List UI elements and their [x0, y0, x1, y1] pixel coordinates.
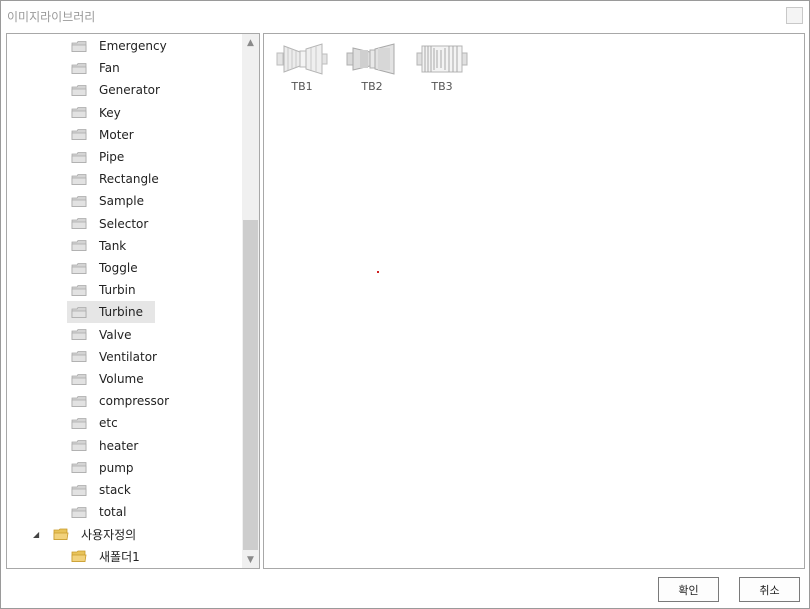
- expand-triangle-icon[interactable]: ◢: [33, 530, 43, 539]
- scroll-down-arrow-icon[interactable]: ▼: [242, 551, 259, 568]
- image-item-tb3[interactable]: TB3: [414, 42, 470, 102]
- folder-icon: [71, 106, 87, 119]
- folder-icon: [71, 439, 87, 452]
- folder-icon: [71, 550, 87, 563]
- image-item-tb2[interactable]: TB2: [344, 42, 400, 102]
- tree-item-label: stack: [99, 483, 131, 497]
- tree-item-label: total: [99, 505, 127, 520]
- folder-icon: [71, 40, 87, 53]
- tree-item[interactable]: Valve: [71, 324, 131, 346]
- folder-icon: [71, 395, 87, 408]
- folder-icon: [71, 306, 87, 319]
- tree-item-label: Sample: [99, 194, 144, 209]
- folder-icon: [71, 461, 87, 474]
- scroll-up-arrow-icon[interactable]: ▲: [242, 34, 259, 51]
- tree-item[interactable]: Ventilator: [71, 346, 157, 368]
- tree-item-label: Tank: [99, 238, 127, 253]
- folder-icon: [71, 62, 87, 75]
- folder-icon: [71, 350, 87, 363]
- folder-icon: [71, 262, 87, 275]
- tree-item[interactable]: Selector: [71, 213, 148, 235]
- tree-group-custom[interactable]: ◢ 사용자정의: [33, 523, 136, 545]
- tree-item-label: Ventilator: [99, 349, 157, 364]
- tree-item-custom[interactable]: 새폴더1: [71, 546, 140, 568]
- tree-item[interactable]: Volume: [71, 368, 144, 390]
- folder-icon: [71, 506, 87, 519]
- turbine-tb3-icon: [416, 45, 468, 73]
- tree-item-label: Volume: [99, 372, 144, 386]
- tree-group-label: 사용자정의: [81, 527, 137, 542]
- tree-item-label: Fan: [99, 61, 120, 76]
- image-library-dialog: 이미지라이브러리 Emergency Fan Generator Key Moter Pi…: [0, 0, 810, 609]
- tree-item-label: Key: [99, 105, 121, 120]
- tree-item-label: Selector: [99, 216, 149, 231]
- tree-item[interactable]: Turbin: [71, 279, 136, 301]
- ok-button[interactable]: 확인: [658, 577, 719, 602]
- tree-vertical-scrollbar[interactable]: ▲ ▼: [242, 34, 259, 568]
- tree-item-label: Rectangle: [99, 172, 159, 187]
- tree-item-label: heater: [99, 438, 139, 453]
- tree-item-label: pump: [99, 460, 134, 475]
- image-label: TB2: [361, 80, 383, 93]
- folder-tree[interactable]: Emergency Fan Generator Key Moter Pipe Rectang…: [6, 33, 260, 569]
- tree-item[interactable]: Fan: [71, 57, 120, 79]
- window-title: 이미지라이브러리: [7, 10, 96, 24]
- turbine-tb2-icon: [346, 43, 395, 75]
- tree-item[interactable]: Pipe: [71, 146, 124, 168]
- tree-item[interactable]: Sample: [71, 190, 144, 212]
- close-button[interactable]: [786, 7, 803, 24]
- stray-marker: [377, 271, 379, 273]
- tree-item[interactable]: compressor: [71, 390, 169, 412]
- tree-item[interactable]: Key: [71, 102, 121, 124]
- tree-item[interactable]: pump: [71, 457, 134, 479]
- tree-item-label: Toggle: [99, 261, 138, 275]
- tree-item-label: 새폴더1: [99, 550, 140, 565]
- image-item-tb1[interactable]: TB1: [274, 42, 330, 102]
- cancel-button[interactable]: 취소: [739, 577, 800, 602]
- tree-item-label: compressor: [99, 394, 170, 409]
- tree-item[interactable]: Rectangle: [71, 168, 159, 190]
- folder-icon: [71, 195, 87, 208]
- folder-icon: [71, 328, 87, 341]
- tree-item[interactable]: Generator: [71, 79, 160, 101]
- tree-item-label: Moter: [99, 127, 134, 142]
- turbine-tb1-icon: [276, 43, 328, 75]
- image-label: TB1: [291, 80, 313, 93]
- folder-icon: [71, 84, 87, 97]
- title-bar[interactable]: 이미지라이브러리: [1, 1, 809, 31]
- folder-icon: [71, 484, 87, 497]
- tree-item-label: Turbin: [99, 283, 136, 298]
- folder-icon: [71, 151, 87, 164]
- tree-item[interactable]: heater: [71, 435, 138, 457]
- tree-item-label: Pipe: [99, 150, 125, 164]
- scroll-thumb[interactable]: [243, 220, 258, 550]
- open-folder-icon: [53, 528, 69, 541]
- folder-icon: [71, 284, 87, 297]
- image-label: TB3: [431, 80, 453, 93]
- tree-item[interactable]: total: [71, 501, 126, 523]
- folder-icon: [71, 217, 87, 230]
- folder-icon: [71, 173, 87, 186]
- tree-item-label: Generator: [99, 83, 160, 98]
- tree-item[interactable]: stack: [71, 479, 131, 501]
- folder-icon: [71, 128, 87, 141]
- folder-icon: [71, 373, 87, 386]
- tree-item-label: etc: [99, 416, 118, 431]
- tree-item[interactable]: Tank: [71, 235, 126, 257]
- tree-item-label: Emergency: [99, 39, 167, 53]
- tree-item[interactable]: Toggle: [71, 257, 138, 279]
- tree-item[interactable]: Emergency: [71, 35, 167, 57]
- image-preview-panel: TB1 TB2 TB3: [263, 33, 805, 569]
- tree-item[interactable]: etc: [71, 412, 118, 434]
- tree-item[interactable]: Moter: [71, 124, 134, 146]
- tree-item-label: Turbine: [99, 305, 143, 320]
- tree-item-label: Valve: [99, 327, 132, 342]
- folder-icon: [71, 239, 87, 252]
- folder-icon: [71, 417, 87, 430]
- tree-item[interactable]: Turbine: [67, 301, 155, 324]
